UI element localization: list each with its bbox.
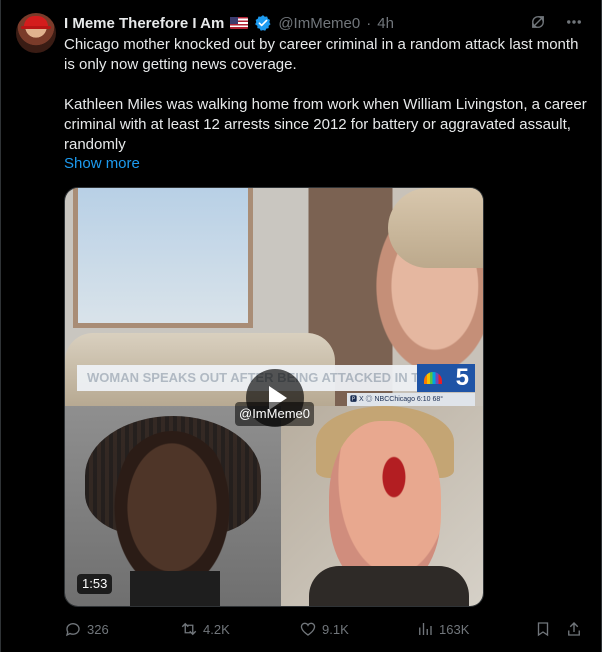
us-flag-icon	[230, 17, 249, 29]
views-button[interactable]: 163K	[416, 620, 469, 638]
tweet-text-line-1: Chicago mother knocked out by career cri…	[64, 36, 579, 73]
like-button[interactable]: 9.1K	[299, 620, 349, 638]
avatar[interactable]	[16, 13, 56, 53]
post-time[interactable]: 4h	[377, 15, 394, 32]
tweet-text: Chicago mother knocked out by career cri…	[64, 35, 589, 155]
video-media[interactable]: WOMAN SPEAKS OUT AFTER BEING ATTACKED IN…	[64, 187, 484, 607]
like-count: 9.1K	[322, 621, 349, 637]
tweet-actions: 326 4.2K 9.1K 163K	[64, 620, 589, 640]
more-icon[interactable]	[565, 13, 583, 31]
reply-button[interactable]: 326	[64, 620, 109, 638]
user-handle[interactable]: @ImMeme0	[278, 15, 360, 32]
victim-shirt	[309, 566, 469, 606]
window-image	[73, 188, 253, 328]
nbc-logo-icon: 5	[417, 364, 475, 392]
verified-badge-icon[interactable]	[254, 14, 272, 32]
repost-count: 4.2K	[203, 621, 230, 637]
tweet-text-line-2: Kathleen Miles was walking home from wor…	[64, 96, 587, 153]
victim-image	[281, 406, 483, 606]
bookmark-button[interactable]	[534, 620, 552, 638]
video-watermark: @ImMeme0	[235, 402, 314, 426]
mugshot-shirt	[130, 571, 220, 606]
like-icon	[300, 622, 316, 636]
separator: ·	[366, 14, 372, 32]
repost-button[interactable]: 4.2K	[180, 620, 230, 638]
reply-icon	[65, 623, 80, 637]
share-icon	[568, 622, 580, 636]
bookmark-icon	[537, 622, 549, 637]
show-more-link[interactable]: Show more	[64, 155, 140, 172]
reply-count: 326	[87, 621, 109, 637]
tweet-container: I Meme Therefore I Am @ImMeme0 · 4h Chic…	[0, 0, 602, 652]
tweet-header: I Meme Therefore I Am @ImMeme0 · 4h	[64, 13, 394, 33]
top-actions	[529, 13, 583, 31]
repost-icon	[181, 622, 197, 636]
news-lower-bar: 🅿 X ◎ NBCChicago 6:10 68°	[347, 393, 475, 406]
views-icon	[419, 623, 432, 635]
grok-icon[interactable]	[529, 13, 547, 31]
woman-hair-image	[388, 188, 483, 268]
video-duration: 1:53	[77, 574, 113, 594]
view-count: 163K	[439, 621, 470, 637]
display-name[interactable]: I Meme Therefore I Am	[64, 15, 224, 32]
share-button[interactable]	[565, 620, 583, 638]
